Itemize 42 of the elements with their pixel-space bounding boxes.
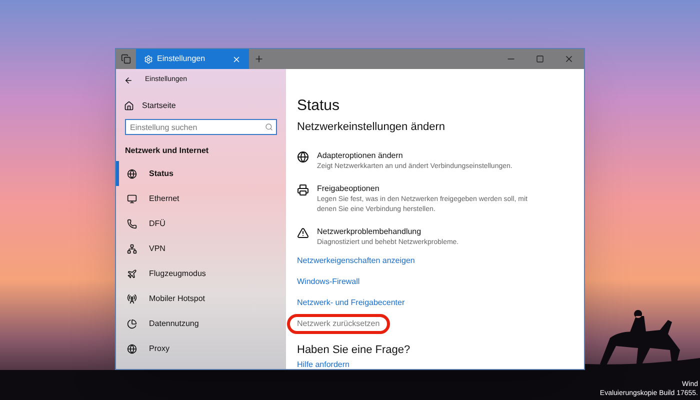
option-icon	[297, 184, 309, 196]
nav-icon	[127, 218, 137, 228]
nav-icon	[127, 294, 137, 304]
new-tab-icon[interactable]	[254, 54, 264, 64]
close-icon[interactable]	[564, 54, 574, 64]
settings-icon	[144, 54, 153, 64]
link[interactable]: Netzwerkeigenschaften anzeigen	[297, 256, 415, 266]
option-link[interactable]: Netzwerkproblembehandlung	[317, 226, 547, 238]
nav-item[interactable]: Proxy	[116, 336, 286, 361]
home-nav-item[interactable]: Startseite	[116, 93, 286, 119]
nav-item[interactable]: VPN	[116, 236, 286, 261]
window-tab[interactable]: Einstellungen	[136, 49, 249, 69]
nav-item[interactable]: DFÜ	[116, 211, 286, 236]
back-icon[interactable]	[124, 76, 133, 84]
nav-icon	[127, 244, 137, 254]
nav-icon	[127, 318, 137, 328]
option-link[interactable]: Adapteroptionen ändern	[317, 150, 547, 162]
section-heading: Netzwerkeinstellungen ändern	[297, 120, 446, 135]
section-heading: Haben Sie eine Frage?	[297, 344, 412, 356]
nav-item[interactable]: Mobiler Hotspot	[116, 286, 286, 311]
close-tab-icon[interactable]	[232, 54, 241, 64]
nav-icon	[127, 194, 137, 204]
nav-icon	[127, 344, 137, 354]
tab-title: Einstellungen	[157, 53, 206, 65]
nav-item[interactable]: Flugzeugmodus	[116, 261, 286, 286]
nav-item[interactable]: Datennutzung	[116, 311, 286, 336]
home-icon	[124, 101, 134, 111]
option-icon	[297, 226, 309, 238]
help-link[interactable]: Hilfe anfordern	[297, 360, 573, 369]
nav-icon	[127, 268, 137, 278]
link[interactable]: Netzwerk- und Freigabecenter	[297, 298, 405, 308]
tabs-icon[interactable]	[121, 54, 131, 64]
search-field[interactable]: Einstellung suchen	[125, 119, 277, 135]
nav-icon	[127, 168, 137, 178]
option-link[interactable]: Freigabeoptionen	[317, 182, 547, 194]
nav-item[interactable]: Ethernet	[116, 186, 286, 211]
link[interactable]: Windows-Firewall	[297, 276, 360, 286]
option-icon	[297, 150, 309, 162]
page-title: Status	[297, 97, 341, 115]
search-icon[interactable]	[265, 123, 273, 131]
maximize-icon[interactable]	[536, 55, 544, 63]
section-heading: Netzwerk und Internet	[124, 145, 210, 157]
